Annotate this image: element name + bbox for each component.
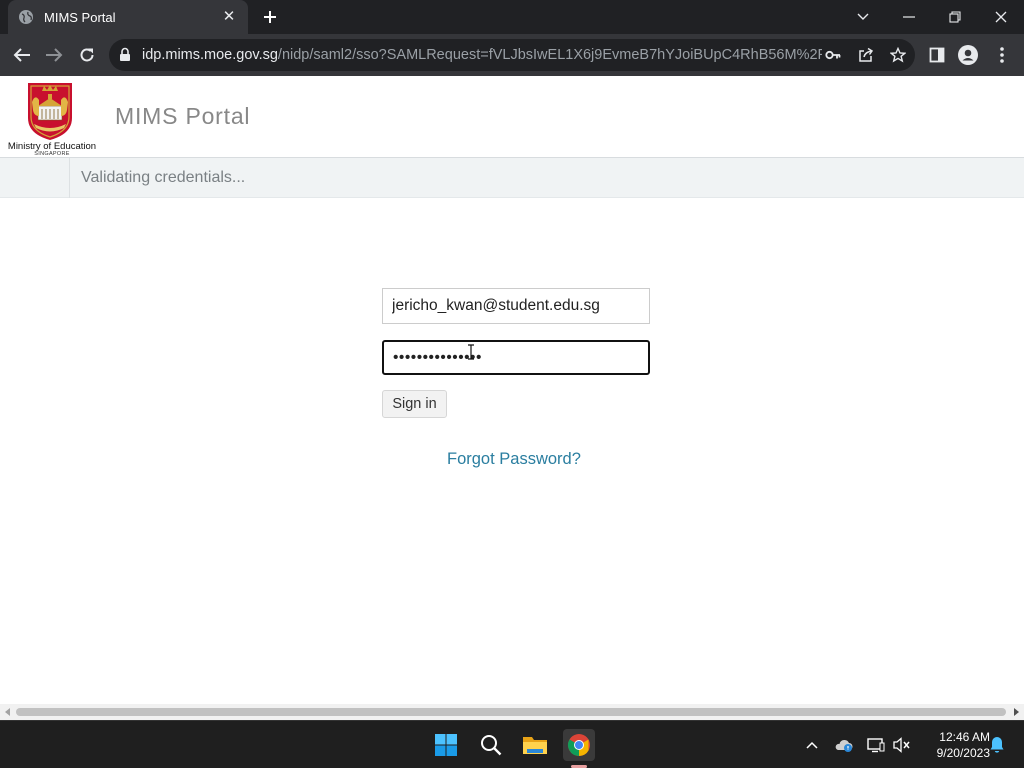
side-panel-icon[interactable] <box>927 45 947 65</box>
system-clock[interactable]: 12:46 AM 9/20/2023 <box>916 729 990 761</box>
chrome-taskbar-icon[interactable] <box>563 729 595 761</box>
site-header: Ministry of Education SINGAPORE MIMS Por… <box>0 76 1024 158</box>
more-menu-icon[interactable] <box>992 45 1012 65</box>
scroll-left-arrow-icon[interactable] <box>0 704 16 720</box>
new-tab-button[interactable] <box>258 6 282 28</box>
clock-time: 12:46 AM <box>939 730 990 744</box>
search-icon[interactable] <box>475 729 507 761</box>
restore-icon[interactable] <box>932 0 978 34</box>
password-field[interactable] <box>382 340 650 375</box>
windows-taskbar: 12:46 AM 9/20/2023 <box>0 720 1024 768</box>
url-text[interactable]: idp.mims.moe.gov.sg/nidp/saml2/sso?SAMLR… <box>142 46 822 64</box>
tab-title: MIMS Portal <box>44 9 116 25</box>
reload-icon[interactable] <box>75 43 99 67</box>
scroll-right-arrow-icon[interactable] <box>1008 704 1024 720</box>
sign-in-button[interactable]: Sign in <box>382 390 447 418</box>
clock-date: 9/20/2023 <box>936 746 990 760</box>
bookmark-star-icon[interactable] <box>889 46 907 64</box>
speaker-muted-icon[interactable] <box>892 735 912 755</box>
notification-bell-icon[interactable] <box>987 735 1007 755</box>
lock-icon[interactable] <box>119 47 133 63</box>
back-arrow-icon[interactable] <box>10 43 34 67</box>
globe-icon <box>18 9 34 25</box>
browser-tab[interactable]: MIMS Portal ✕ <box>8 0 248 34</box>
profile-avatar-icon[interactable] <box>958 45 978 65</box>
status-message: Validating credentials... <box>81 169 246 186</box>
network-display-icon[interactable] <box>866 735 886 755</box>
forgot-password-link[interactable]: Forgot Password? <box>447 450 581 469</box>
windows-start-icon[interactable] <box>430 729 462 761</box>
tab-close-icon[interactable]: ✕ <box>220 8 238 26</box>
text-cursor-icon <box>467 344 475 360</box>
share-icon[interactable] <box>857 46 875 64</box>
status-bar-left-cell <box>0 158 70 198</box>
email-field[interactable] <box>382 288 650 324</box>
horizontal-scrollbar[interactable] <box>0 704 1024 720</box>
status-bar: Validating credentials... <box>0 158 1024 198</box>
scrollbar-thumb[interactable] <box>16 708 1006 716</box>
browser-titlebar: MIMS Portal ✕ <box>0 0 1024 34</box>
close-window-icon[interactable] <box>978 0 1024 34</box>
url-host: idp.mims.moe.gov.sg <box>142 47 278 63</box>
onedrive-cloud-icon[interactable] <box>834 735 854 755</box>
portal-title: MIMS Portal <box>115 103 251 129</box>
address-bar[interactable]: idp.mims.moe.gov.sg/nidp/saml2/sso?SAMLR… <box>109 39 915 71</box>
key-icon[interactable] <box>824 46 842 64</box>
page-content: Ministry of Education SINGAPORE MIMS Por… <box>0 76 1024 704</box>
browser-toolbar: idp.mims.moe.gov.sg/nidp/saml2/sso?SAMLR… <box>0 34 1024 76</box>
file-explorer-icon[interactable] <box>519 729 551 761</box>
forward-arrow-icon[interactable] <box>42 43 66 67</box>
tab-search-chevron-icon[interactable] <box>840 0 886 34</box>
minimize-icon[interactable] <box>886 0 932 34</box>
moe-crest-logo: Ministry of Education SINGAPORE <box>4 82 96 157</box>
show-hidden-icons-chevron-icon[interactable] <box>802 735 822 755</box>
url-path: /nidp/saml2/sso?SAMLRequest=fVLJbsIwEL1X… <box>277 47 822 63</box>
logo-subtitle: SINGAPORE <box>34 151 70 157</box>
